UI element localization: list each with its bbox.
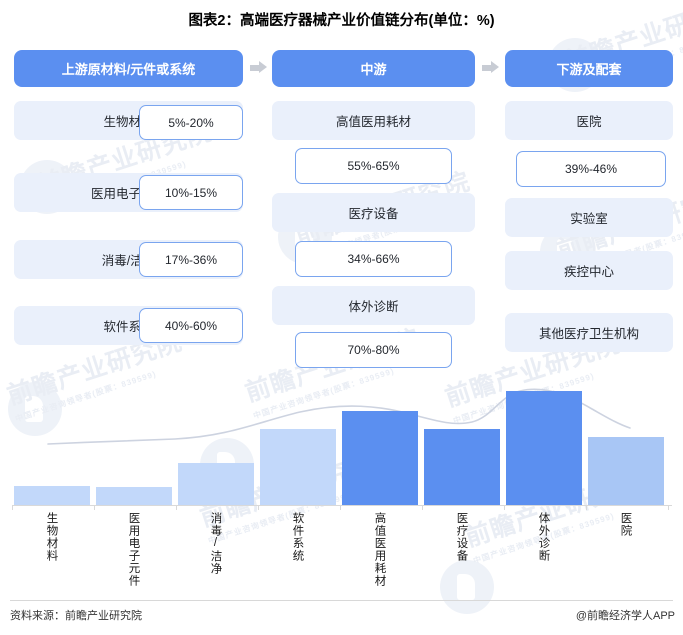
upstream-row-range-label: 10%-15% (164, 185, 218, 200)
downstream-row-name[interactable]: 实验室 (505, 198, 673, 237)
midstream-row-name-label: 体外诊断 (348, 300, 399, 314)
midstream-row-range-label: 70%-80% (347, 343, 400, 357)
midstream-row-name-label: 医疗设备 (348, 207, 399, 221)
x-axis-tick (586, 505, 587, 510)
bar-医疗设备[interactable] (424, 429, 500, 505)
upstream-row-range[interactable]: 5%-20% (139, 105, 243, 140)
arrow-right-icon (250, 61, 267, 74)
bar-医院[interactable] (588, 437, 664, 505)
downstream-row-name[interactable]: 其他医疗卫生机构 (505, 313, 673, 352)
midstream-row-name[interactable]: 体外诊断 (272, 286, 475, 325)
upstream-row-range-label: 17%-36% (164, 252, 218, 267)
upstream-row-range-label: 5%-20% (168, 115, 214, 130)
bar-消毒洁净[interactable] (178, 463, 254, 505)
downstream-row-name-label: 实验室 (570, 212, 608, 226)
upstream-row-range-label: 40%-60% (164, 318, 218, 333)
bar-生物材料[interactable] (14, 486, 90, 505)
downstream-row-range[interactable]: 39%-46% (516, 151, 666, 187)
downstream-row-range-label: 39%-46% (564, 162, 618, 176)
bar-高值医用耗材[interactable] (342, 411, 418, 505)
page-title: 图表2：高端医疗器械产业价值链分布(单位：%) (188, 13, 495, 29)
x-axis-label: 医院 (619, 512, 632, 537)
midstream-row-range-label: 55%-65% (347, 159, 400, 173)
value-chain-bar-chart: 生物材料 医用电子元件 消毒/洁净 软件系统 高值医用耗材 医疗设备 体外诊断 … (0, 378, 683, 593)
arrow-head (491, 61, 499, 73)
footer-divider (10, 600, 673, 601)
downstream-row-name-label: 其他医疗卫生机构 (538, 327, 639, 341)
midstream-row-range-label: 34%-66% (347, 252, 400, 266)
source-text: 资料来源：前瞻产业研究院 (10, 610, 142, 622)
x-axis-label: 软件系统 (291, 512, 304, 562)
stage-header-upstream-label: 上游原材料/元件或系统 (61, 62, 196, 77)
x-axis-label: 医疗设备 (455, 512, 468, 562)
x-axis-line (12, 505, 672, 506)
app-watermark-text: @前瞻经济学人APP (575, 610, 675, 622)
stage-header-midstream-label: 中游 (360, 62, 387, 77)
midstream-row-name-label: 高值医用耗材 (335, 115, 411, 129)
stage-header-midstream[interactable]: 中游 (272, 50, 475, 87)
arrow-head (259, 61, 267, 73)
x-axis-label: 生物材料 (45, 512, 58, 562)
upstream-row-range[interactable]: 17%-36% (139, 242, 243, 277)
bar-体外诊断[interactable] (506, 391, 582, 505)
midstream-row-name[interactable]: 医疗设备 (272, 193, 475, 232)
midstream-row-range[interactable]: 34%-66% (295, 241, 452, 277)
midstream-row-name[interactable]: 高值医用耗材 (272, 101, 475, 140)
upstream-row-range[interactable]: 10%-15% (139, 175, 243, 210)
bar-医用电子元件[interactable] (96, 487, 172, 505)
downstream-row-name-label: 疾控中心 (563, 265, 614, 279)
x-axis-tick (94, 505, 95, 510)
x-axis-tick (176, 505, 177, 510)
upstream-row-range[interactable]: 40%-60% (139, 308, 243, 343)
midstream-row-range[interactable]: 55%-65% (295, 148, 452, 184)
bar-软件系统[interactable] (260, 429, 336, 505)
stage-header-downstream[interactable]: 下游及配套 (505, 50, 673, 87)
x-axis-label: 高值医用耗材 (373, 512, 386, 587)
x-axis-tick (504, 505, 505, 510)
x-axis-label: 体外诊断 (537, 512, 550, 562)
x-axis-tick (12, 505, 13, 510)
x-axis-tick (668, 505, 669, 510)
stage-header-upstream[interactable]: 上游原材料/元件或系统 (14, 50, 243, 87)
x-axis-label: 医用电子元件 (127, 512, 140, 587)
x-axis-tick (258, 505, 259, 510)
midstream-row-range[interactable]: 70%-80% (295, 332, 452, 368)
x-axis-tick (422, 505, 423, 510)
x-axis-label: 消毒/洁净 (209, 512, 222, 575)
arrow-right-icon (482, 61, 499, 74)
downstream-row-name[interactable]: 医院 (505, 101, 673, 140)
stage-header-downstream-label: 下游及配套 (556, 62, 622, 77)
chart-figure: 前瞻产业研究院 中国产业咨询领导者(股票：839599) 前瞻产业研究院 中国产… (0, 0, 683, 635)
downstream-row-name-label: 医院 (576, 115, 602, 129)
downstream-row-name[interactable]: 疾控中心 (505, 251, 673, 290)
x-axis-tick (340, 505, 341, 510)
